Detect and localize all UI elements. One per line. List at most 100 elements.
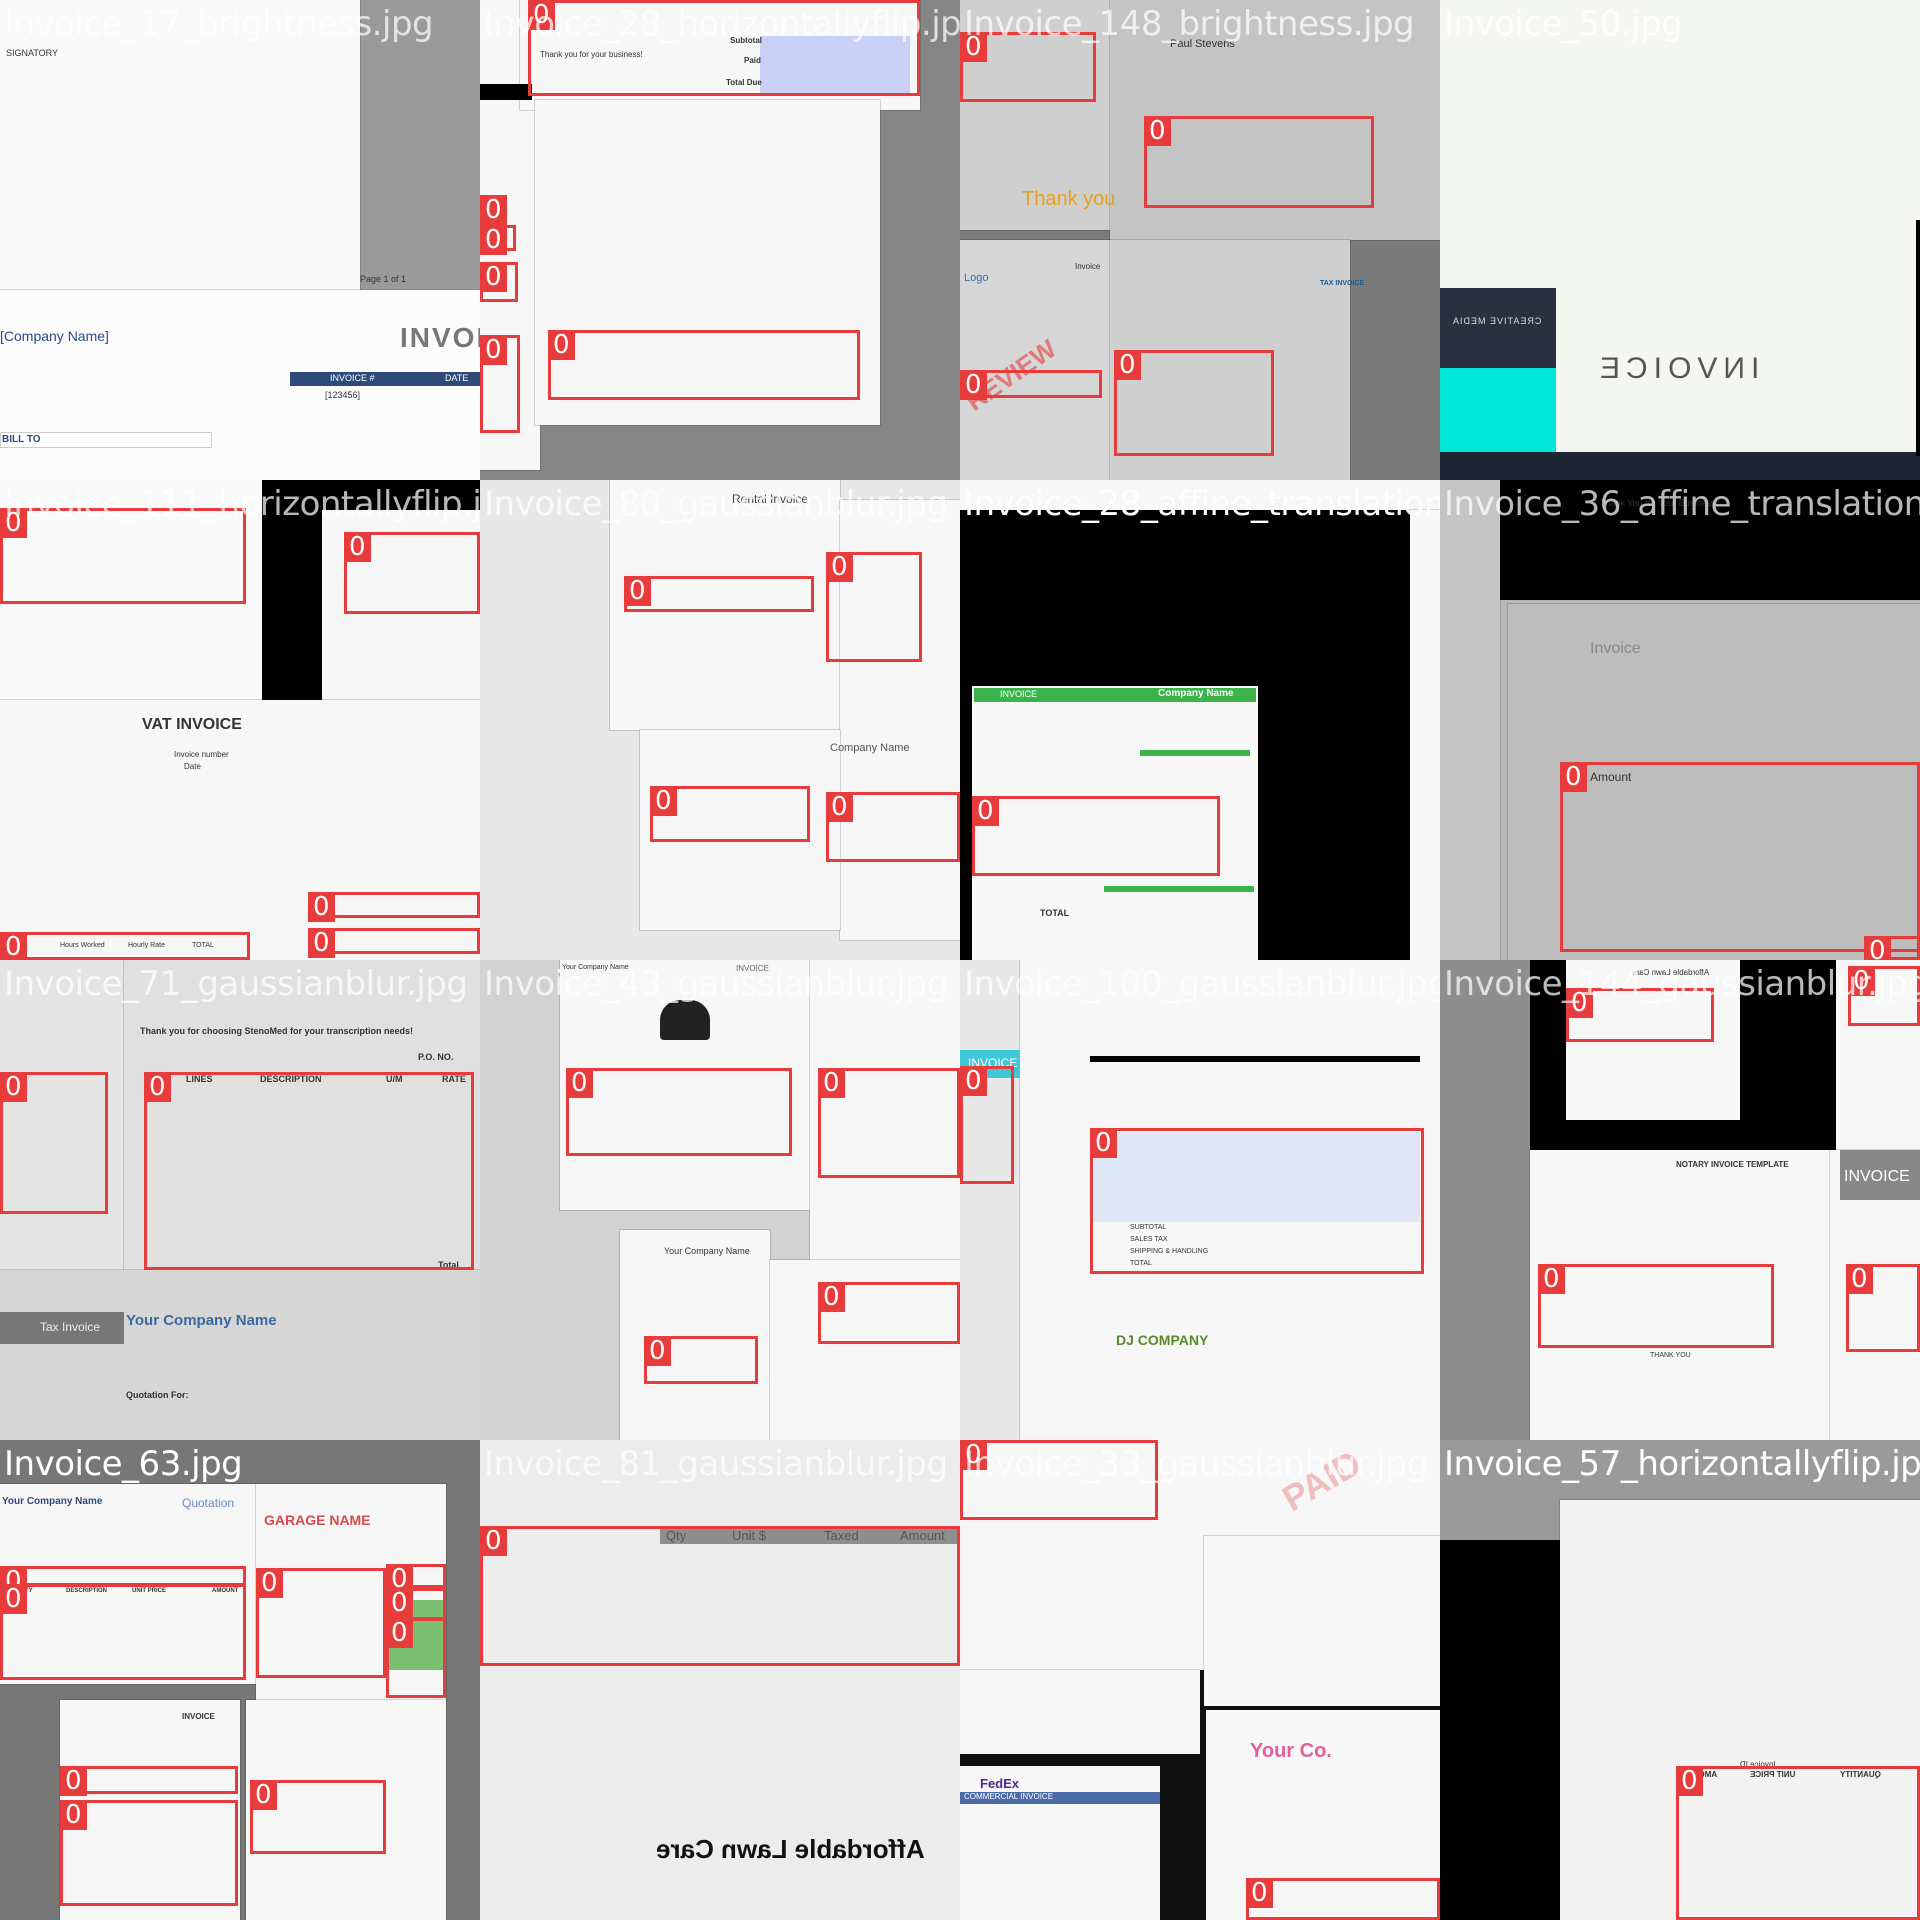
document-page <box>0 1270 480 1440</box>
box-label: 0 <box>644 1336 671 1366</box>
snippet-text: INVOICE <box>400 322 480 353</box>
snippet-text: Affordable Lawn Care <box>1632 968 1710 977</box>
snippet-text: DJ COMPANY <box>1116 1332 1209 1348</box>
snippet-text: DATE <box>445 373 469 383</box>
detection-box: 0 <box>960 1066 1014 1184</box>
snippet-text: Affordable Lawn Care <box>656 1834 925 1864</box>
snippet-text: NOTARY INVOICE TEMPLATE <box>1676 1160 1789 1169</box>
detection-box: 0 <box>386 1564 446 1594</box>
snippet-text: Company Name <box>1158 688 1234 699</box>
snippet-text: INVOICE <box>736 964 769 973</box>
tile-invoice-71: Thank you for choosing StenoMed for your… <box>0 960 480 1440</box>
snippet-text: Your Company Name <box>2 1496 103 1507</box>
tile-invoice-33: PAID Your Co. FedEx COMMERCIAL INVOICE 0… <box>960 1440 1440 1920</box>
detection-box: 0 <box>528 0 920 96</box>
box-label: 0 <box>308 892 335 922</box>
box-label: 0 <box>1864 936 1891 960</box>
tile-invoice-28-flip: Thank you for your business! Subtotal Pa… <box>480 0 960 480</box>
snippet-text: Company Name <box>830 742 910 754</box>
box-label: 0 <box>386 1618 413 1648</box>
box-label: 0 <box>480 262 507 292</box>
box-label: 0 <box>144 1072 171 1102</box>
tile-invoice-144: INVOICE Affordable Lawn Care NOTARY INVO… <box>1440 960 1920 1440</box>
box-label: 0 <box>1566 988 1593 1018</box>
detection-box: 0 <box>826 552 922 662</box>
detection-box: 0 <box>386 1618 446 1698</box>
box-label: 0 <box>826 792 853 822</box>
box-label: 0 <box>1090 1128 1117 1158</box>
detection-box: 0 <box>480 262 518 302</box>
snippet-text: Date <box>184 762 201 771</box>
detection-box: 0 <box>0 1584 246 1680</box>
detection-box: 0 <box>0 1566 246 1596</box>
detection-box: 0 <box>144 1072 474 1270</box>
detection-box: 0 <box>1846 1264 1920 1352</box>
snippet-text: TAX INVOICE <box>1320 280 1365 287</box>
box-label: 0 <box>480 1526 507 1556</box>
document-page <box>960 1670 1200 1754</box>
tile-invoice-80: Rental Invoice Company Name 0 0 0 0 Invo… <box>480 480 960 960</box>
box-label: 0 <box>60 1766 87 1796</box>
snippet-text: THANK YOU <box>1650 1352 1691 1359</box>
detection-box: 0 <box>480 335 520 433</box>
box-label: 0 <box>1560 762 1587 792</box>
box-label: 0 <box>1246 1878 1273 1908</box>
box-label: 0 <box>1846 1264 1873 1294</box>
background <box>1440 960 1530 1440</box>
box-label: 0 <box>1114 350 1141 380</box>
snippet-text: INVOICE <box>182 1712 215 1721</box>
box-label: 0 <box>0 508 27 538</box>
box-label: 0 <box>1676 1766 1703 1796</box>
dark-footer <box>1556 452 1920 480</box>
dark-panel <box>1440 288 1556 368</box>
detection-box: 0 <box>566 1068 792 1156</box>
detection-box: 0 <box>818 1068 960 1178</box>
snippet-text: Invoice <box>1075 262 1101 271</box>
detection-box: 0 <box>1560 762 1920 952</box>
snippet-text: BILL TO <box>2 434 41 445</box>
snippet-text: VAT INVOICE <box>142 716 242 733</box>
detection-box: 0 <box>1538 1264 1774 1348</box>
detection-box: 0 <box>644 1336 758 1384</box>
box-label: 0 <box>480 195 507 225</box>
tile-invoice-28-affine: INVOICE Company Name TOTAL 0 Invoice_28_… <box>960 480 1440 960</box>
box-label: 0 <box>60 1800 87 1830</box>
box-label: 0 <box>386 1588 413 1618</box>
tile-invoice-63: Your Company Name Quotation GARAGE NAME … <box>0 1440 480 1920</box>
snippet-text: Your Company Name <box>562 964 629 971</box>
box-label: 0 <box>1848 966 1875 996</box>
green-bar <box>1140 750 1250 756</box>
snippet-text: [123456] <box>325 390 361 400</box>
snippet-text: FedEx <box>980 1776 1020 1791</box>
black-band <box>480 84 532 100</box>
detection-box: 0 <box>650 786 810 842</box>
box-label: 0 <box>1144 116 1171 146</box>
teal-panel <box>1440 368 1556 460</box>
box-label: 0 <box>818 1068 845 1098</box>
detection-box: 0 <box>60 1800 238 1906</box>
detection-box: 0 <box>308 928 480 958</box>
snippet-text: Thank you <box>1022 188 1116 210</box>
dark-footer <box>1440 452 1556 480</box>
detection-box: 0 <box>256 1568 386 1678</box>
box-label: 0 <box>344 532 371 562</box>
document-strip <box>960 960 1020 1440</box>
box-label: 0 <box>0 1072 27 1102</box>
document-page <box>0 700 480 960</box>
person-icon <box>660 1000 710 1040</box>
snippet-text: GARAGE NAME <box>264 1512 371 1528</box>
box-label: 0 <box>0 932 27 960</box>
box-label: 0 <box>624 576 651 606</box>
detection-box: 0 <box>1144 116 1374 208</box>
snippet-text: INVOICE # <box>330 373 375 383</box>
box-label: 0 <box>972 796 999 826</box>
snippet-text: Your Company Name <box>126 1312 277 1329</box>
box-label: 0 <box>480 335 507 365</box>
box-label: 0 <box>480 225 507 255</box>
detection-box: 0 <box>344 532 480 614</box>
tile-invoice-17: SIGNATORY Page 1 of 1 [Company Name] INV… <box>0 0 480 480</box>
detection-box: 0 <box>250 1780 386 1854</box>
document-page <box>0 0 360 300</box>
snippet-text: INVOICE <box>1594 352 1760 385</box>
detection-box: 0 <box>624 576 814 612</box>
